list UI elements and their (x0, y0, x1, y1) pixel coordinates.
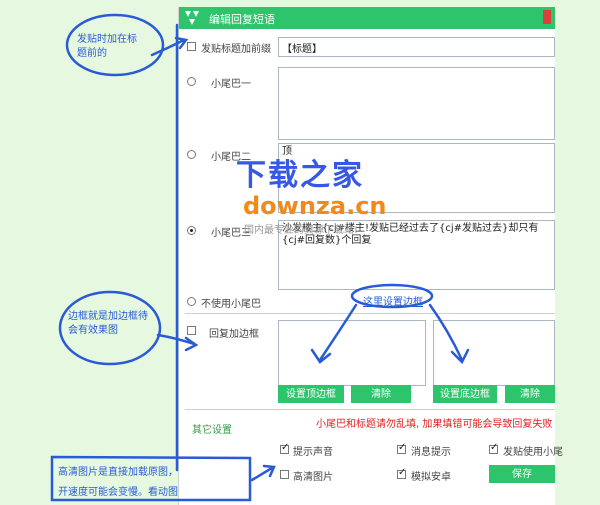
app-logo-icon (185, 11, 199, 25)
set-top-border-button[interactable]: 设置顶边框 (278, 385, 344, 403)
save-button[interactable]: 保存 (489, 465, 555, 483)
warning-text: 小尾巴和标题请勿乱填, 加果填错可能会导致回复失败 (316, 419, 553, 430)
no-tail-radio[interactable] (187, 297, 196, 306)
annotation-prefix-line2: 题前的 (77, 48, 107, 59)
tail1-textarea[interactable] (278, 67, 555, 140)
set-border-link[interactable]: 这里设置边框 (363, 293, 423, 308)
border-checkbox[interactable] (187, 326, 196, 335)
clear-bottom-border-button[interactable]: 清除 (505, 385, 555, 403)
set-bottom-border-button[interactable]: 设置底边框 (433, 385, 497, 403)
border-label: 回复加边框 (209, 329, 259, 340)
prefix-label: 发贴标题加前缀 (201, 44, 271, 55)
prefix-input[interactable] (278, 37, 555, 57)
sound-label: 提示声音 (293, 447, 333, 458)
separator-other (185, 409, 555, 410)
window-title: 编辑回复短语 (209, 13, 275, 26)
post-tail-checkbox[interactable] (489, 442, 498, 454)
tail1-label: 小尾巴一 (211, 79, 251, 90)
separator-border (185, 313, 555, 314)
annotation-border-line2: 会有效果图 (68, 325, 118, 336)
message-checkbox[interactable] (397, 442, 406, 454)
simulate-android-label: 模拟安卓 (411, 472, 451, 483)
annotation-prefix: 发贴时加在标 题前的 (77, 33, 157, 61)
post-tail-label: 发贴使用小尾 (503, 447, 563, 458)
tail2-radio[interactable] (187, 150, 196, 159)
hd-image-label: 高清图片 (293, 472, 333, 483)
annotation-prefix-line1: 发贴时加在标 (77, 34, 137, 45)
close-button[interactable] (543, 10, 551, 24)
watermark-brand-cn: 下载之家 (236, 158, 364, 193)
tail1-radio[interactable] (187, 77, 196, 86)
annotation-border: 边框就是加边框待 会有效果图 (68, 310, 168, 338)
top-border-preview (278, 320, 426, 386)
tail3-radio[interactable] (187, 226, 196, 235)
sound-checkbox[interactable] (280, 442, 289, 454)
clear-top-border-button[interactable]: 清除 (351, 385, 411, 403)
bottom-border-preview (433, 320, 555, 386)
watermark-slogan: 国内最专业的资源下载站! (244, 225, 359, 236)
annotation-border-line1: 边框就是加边框待 (68, 311, 148, 322)
no-tail-label: 不使用小尾巴 (201, 299, 261, 310)
prefix-checkbox[interactable] (187, 42, 196, 51)
watermark-brand-en: downza.cn (243, 192, 387, 220)
title-bar: 编辑回复短语 (179, 7, 555, 29)
edit-reply-window: 编辑回复短语 发贴标题加前缀 小尾巴一 小尾巴二 顶 小尾巴三 沙发楼主{cj#… (178, 7, 563, 505)
other-settings-title: 其它设置 (192, 425, 232, 436)
page-background: 发贴时加在标 题前的 边框就是加边框待 会有效果图 高清图片是直接加载原图，不过… (0, 0, 600, 505)
hd-image-checkbox[interactable] (280, 470, 289, 479)
message-label: 消息提示 (411, 447, 451, 458)
simulate-android-checkbox[interactable] (397, 467, 406, 479)
